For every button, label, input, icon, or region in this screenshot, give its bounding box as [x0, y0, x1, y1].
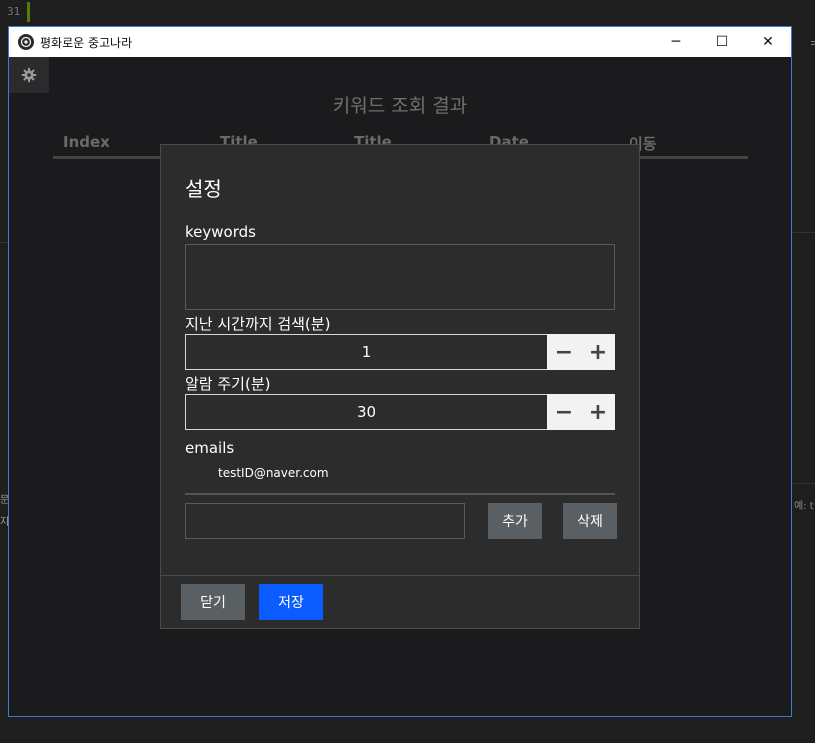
alarm-interval-decrement-button[interactable]: −: [547, 394, 581, 430]
title-bar[interactable]: 평화로운 중고나라 ─ ☐ ✕: [9, 27, 791, 57]
line-number: 31: [7, 5, 21, 18]
email-input[interactable]: [185, 503, 465, 539]
maximize-icon: ☐: [715, 34, 729, 50]
settings-dialog: 설정 keywords 지난 시간까지 검색(분) 1 − + 알람 주기(분)…: [160, 144, 640, 629]
dialog-title: 설정: [185, 177, 222, 201]
minus-icon: −: [554, 339, 574, 365]
settings-button[interactable]: [9, 57, 49, 93]
close-button[interactable]: 닫기: [181, 584, 245, 620]
alarm-interval-label: 알람 주기(분): [185, 375, 271, 393]
keywords-textarea[interactable]: [185, 244, 615, 310]
app-logo-icon: [18, 34, 34, 50]
background-divider: [793, 483, 815, 484]
alarm-interval-input[interactable]: 30: [185, 394, 547, 430]
plus-icon: +: [588, 399, 608, 425]
alarm-interval-stepper: 30 − +: [185, 394, 615, 430]
keywords-label: keywords: [185, 223, 256, 241]
delete-email-button[interactable]: 삭제: [563, 503, 617, 539]
save-button[interactable]: 저장: [259, 584, 323, 620]
results-title: 키워드 조회 결과: [332, 95, 468, 117]
gear-icon: [21, 67, 37, 83]
search-window-decrement-button[interactable]: −: [547, 334, 581, 370]
search-window-label: 지난 시간까지 검색(분): [185, 315, 331, 333]
plus-icon: +: [588, 339, 608, 365]
search-window-increment-button[interactable]: +: [581, 334, 615, 370]
emails-label: emails: [185, 439, 235, 457]
search-window-stepper: 1 − +: [185, 334, 615, 370]
alarm-interval-increment-button[interactable]: +: [581, 394, 615, 430]
maximize-button[interactable]: ☐: [699, 27, 745, 57]
background-divider: [0, 242, 8, 243]
dialog-footer-divider: [161, 575, 639, 576]
background-divider: [793, 232, 815, 233]
background-side-text-right: 예: t: [794, 501, 814, 512]
search-window-input[interactable]: 1: [185, 334, 547, 370]
minimize-button[interactable]: ─: [653, 27, 699, 57]
background-editor: 31: [0, 0, 815, 26]
minus-icon: −: [554, 399, 574, 425]
close-window-button[interactable]: ✕: [745, 27, 791, 57]
background-glyph: ㅋ: [809, 38, 815, 51]
git-change-marker: [27, 2, 30, 22]
close-icon: ✕: [762, 34, 774, 50]
add-email-button[interactable]: 추가: [488, 503, 542, 539]
minimize-icon: ─: [671, 34, 681, 50]
window-title: 평화로운 중고나라: [40, 35, 133, 50]
emails-divider: [185, 493, 615, 495]
column-header-index: Index: [63, 133, 110, 151]
email-list-item[interactable]: testID@naver.com: [218, 466, 329, 480]
